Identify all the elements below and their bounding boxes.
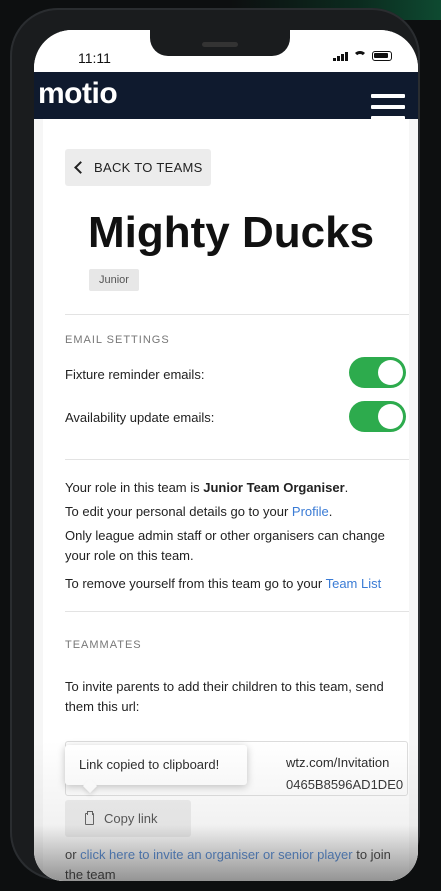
role-change-info: Only league admin staff or other organis… (65, 528, 385, 563)
divider (65, 611, 409, 612)
fixture-reminder-label: Fixture reminder emails: (65, 367, 205, 382)
fixture-reminder-toggle[interactable] (349, 357, 406, 388)
clipboard-icon (85, 810, 94, 825)
role-name: Junior Team Organiser (203, 480, 345, 495)
email-settings-heading: EMAIL SETTINGS (65, 334, 170, 346)
phone-frame: 11:11 motio BACK TO TEAMS Mighty Ducks J… (10, 8, 420, 881)
invitation-url-part-2: 0465B8596AD1DE0 (286, 777, 404, 792)
page-content: BACK TO TEAMS Mighty Ducks Junior EMAIL … (34, 119, 418, 881)
top-navbar: motio (34, 72, 418, 120)
hamburger-menu-icon[interactable] (371, 94, 405, 120)
invite-organiser-link[interactable]: click here to invite an organiser or sen… (80, 847, 352, 862)
back-to-teams-button[interactable]: BACK TO TEAMS (65, 149, 211, 186)
status-time: 11:11 (78, 50, 111, 66)
battery-icon (372, 51, 392, 61)
status-bar: 11:11 (34, 30, 418, 72)
invite-organiser-line: or click here to invite an organiser or … (65, 847, 391, 881)
copy-link-label: Copy link (104, 811, 158, 826)
phone-screen: 11:11 motio BACK TO TEAMS Mighty Ducks J… (34, 30, 418, 881)
wifi-icon (353, 51, 367, 61)
back-button-label: BACK TO TEAMS (94, 160, 203, 175)
motio-logo[interactable]: motio (38, 77, 118, 111)
team-title: Mighty Ducks (88, 208, 375, 257)
team-level-badge: Junior (89, 269, 139, 291)
team-settings-panel: BACK TO TEAMS Mighty Ducks Junior EMAIL … (43, 119, 409, 881)
chevron-left-icon (74, 161, 87, 174)
teammates-heading: TEAMMATES (65, 639, 142, 651)
signal-icon (333, 51, 348, 61)
copy-link-button[interactable]: Copy link (65, 800, 191, 837)
invite-instructions: To invite parents to add their children … (65, 679, 384, 714)
availability-update-toggle[interactable] (349, 401, 406, 432)
invitation-url-part-1: wtz.com/Invitation (286, 755, 390, 770)
profile-info-line: To edit your personal details go to your… (65, 504, 333, 519)
role-info-line: Your role in this team is Junior Team Or… (65, 480, 349, 495)
availability-update-label: Availability update emails: (65, 410, 215, 425)
divider (65, 459, 409, 460)
notch (150, 30, 290, 56)
status-icons (333, 51, 392, 61)
divider (65, 314, 409, 315)
team-list-link[interactable]: Team List (326, 576, 382, 591)
profile-link[interactable]: Profile (292, 504, 329, 519)
remove-info-line: To remove yourself from this team go to … (65, 576, 382, 591)
copied-tooltip: Link copied to clipboard! (65, 745, 247, 794)
tooltip-text: Link copied to clipboard! (79, 757, 220, 772)
